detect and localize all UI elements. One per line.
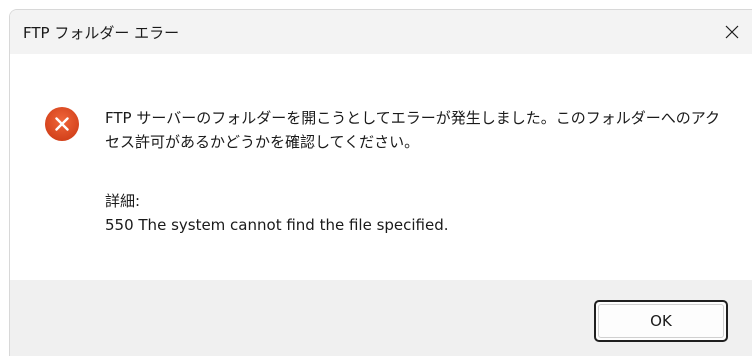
error-message: FTP サーバーのフォルダーを開こうとしてエラーが発生しました。このフォルダーへ… — [105, 109, 720, 151]
error-icon — [45, 107, 79, 141]
dialog-content: FTP サーバーのフォルダーを開こうとしてエラーが発生しました。このフォルダーへ… — [10, 54, 752, 280]
ok-button-label: OK — [650, 312, 672, 330]
details-label: 詳細: — [105, 192, 141, 210]
close-icon — [725, 25, 739, 39]
title-bar: FTP フォルダー エラー — [10, 10, 752, 54]
close-button[interactable] — [712, 10, 752, 54]
ftp-error-dialog: FTP フォルダー エラー FTP サーバーのフォルダーを開こうとしてエラーが発… — [9, 9, 752, 356]
button-bar: OK — [10, 280, 752, 356]
details-text: 550 The system cannot find the file spec… — [105, 216, 449, 234]
ok-button[interactable]: OK — [594, 300, 728, 342]
window-title: FTP フォルダー エラー — [23, 24, 180, 42]
